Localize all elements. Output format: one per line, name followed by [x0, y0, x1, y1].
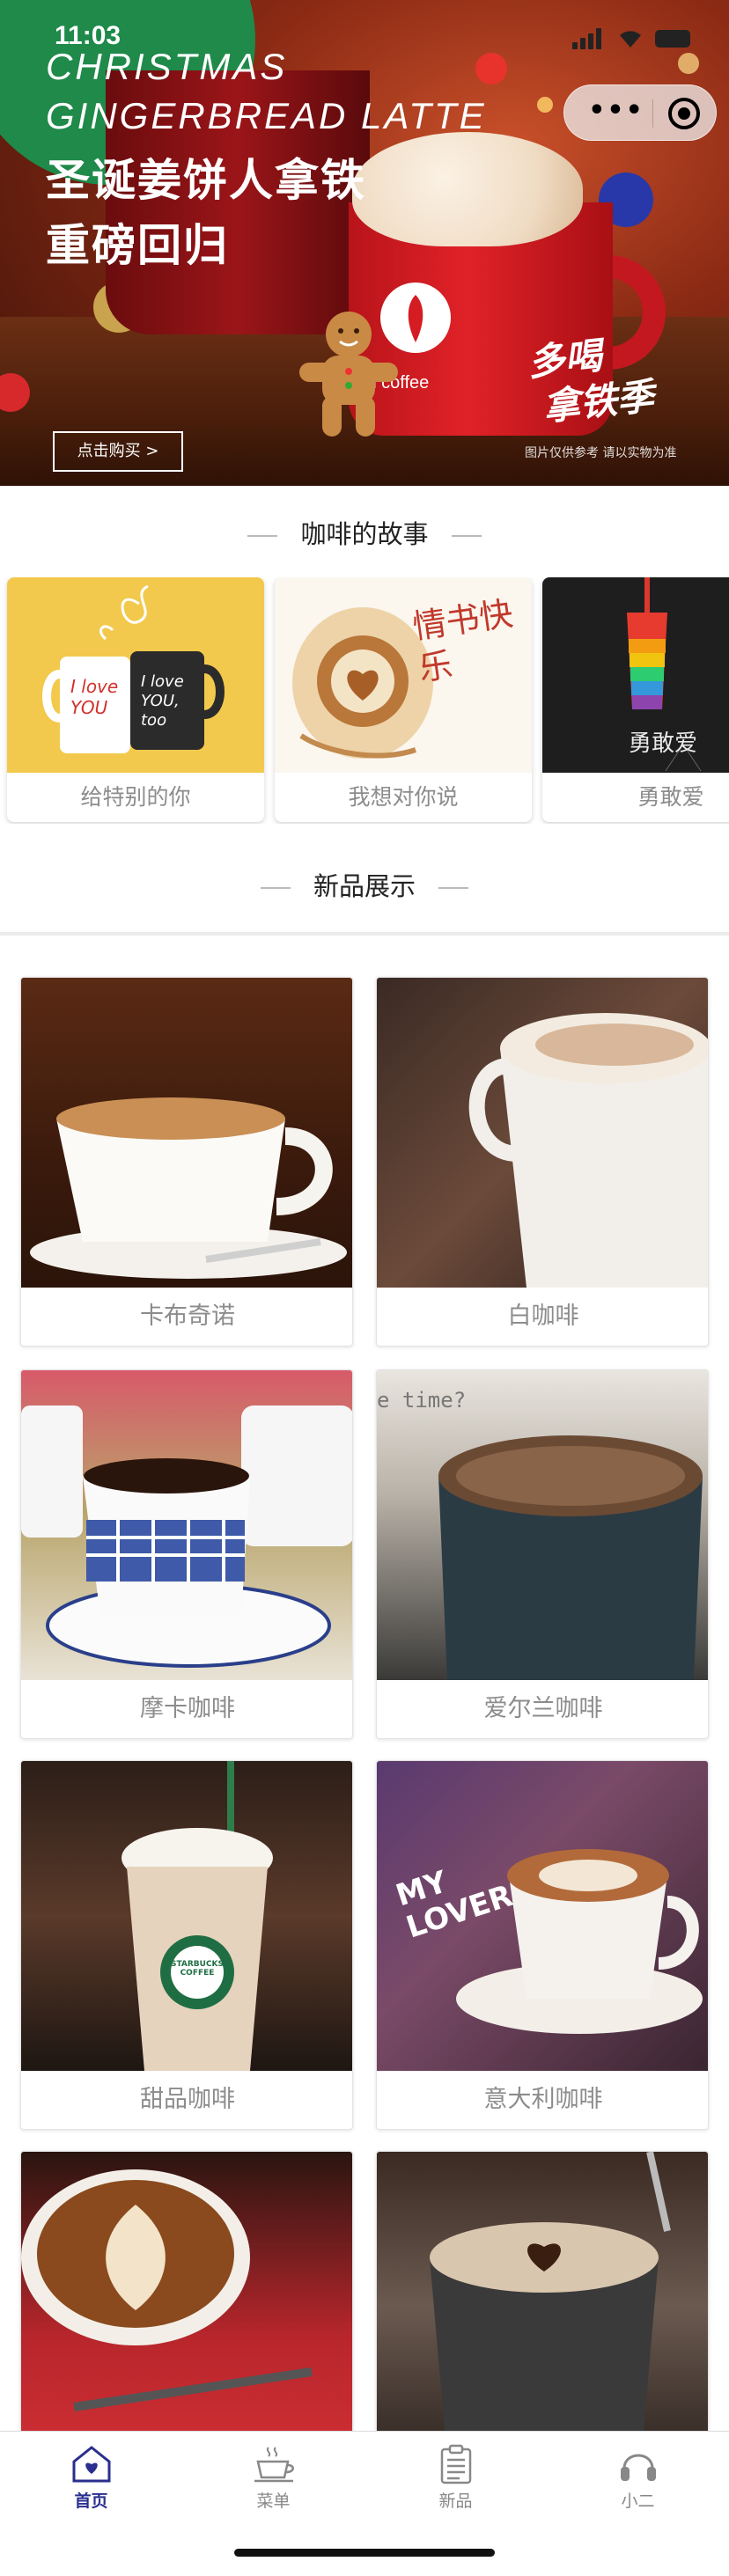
- product-card[interactable]: 摩卡咖啡: [20, 1369, 353, 1739]
- mini-program-capsule: •••: [563, 84, 717, 141]
- product-label: 卡布奇诺: [140, 1303, 235, 1330]
- product-card[interactable]: STARBUCKS COFFEE 甜品咖啡: [20, 1760, 353, 2130]
- story-card[interactable]: I love YOU I love YOU, too 给特别的你: [7, 577, 264, 822]
- section-divider: [0, 932, 729, 936]
- bokeh-light: [678, 53, 699, 74]
- product-image-italian-coffee: MY LOVER: [377, 1761, 708, 2071]
- banner-credit: 图片仅供参考 请以实物为准: [525, 446, 677, 460]
- product-image-latte-art: [21, 2152, 352, 2462]
- story-card[interactable]: 勇敢爱 勇敢爱: [542, 577, 729, 822]
- tab-menu[interactable]: 菜单: [182, 2432, 364, 2523]
- product-card[interactable]: 白咖啡: [376, 977, 709, 1347]
- latte-foam: [352, 132, 583, 246]
- product-label: 摩卡咖啡: [140, 1695, 235, 1722]
- product-image-mocha: [21, 1370, 352, 1680]
- stories-carousel[interactable]: I love YOU I love YOU, too 给特别的你 情书快乐 我想…: [0, 577, 729, 824]
- close-circle-icon[interactable]: [668, 98, 700, 129]
- story-label: 我想对你说: [348, 784, 459, 810]
- product-image-irish-coffee: e time?: [377, 1370, 708, 1680]
- story-card[interactable]: 情书快乐 我想对你说: [275, 577, 532, 822]
- heading-line-left: [260, 887, 291, 889]
- tab-label: 小二: [621, 2492, 655, 2511]
- product-label: 白咖啡: [507, 1303, 579, 1330]
- product-image-white-coffee: [377, 978, 708, 1288]
- mug-text-left: I love YOU: [70, 676, 119, 718]
- mug-text-right: I love YOU, too: [141, 672, 184, 730]
- status-icons: [572, 26, 696, 49]
- status-time: 11:03: [55, 21, 122, 50]
- bokeh-light: [537, 97, 553, 113]
- tab-new[interactable]: 新品: [364, 2432, 547, 2523]
- product-image-heart-latte: [377, 2152, 708, 2462]
- product-card[interactable]: e time? 爱尔兰咖啡: [376, 1369, 709, 1739]
- products-title: 新品展示: [313, 871, 416, 901]
- heading-line-right: [451, 535, 482, 537]
- gingerbread-man-icon: [299, 312, 398, 437]
- banner-slogan: 多喝 拿铁季: [519, 328, 656, 433]
- product-image-cappuccino: [21, 978, 352, 1288]
- tab-label: 首页: [74, 2492, 108, 2511]
- product-image-dessert-coffee: STARBUCKS COFFEE: [21, 1761, 352, 2071]
- wifi-icon: [620, 31, 641, 48]
- tab-service[interactable]: 小二: [547, 2432, 729, 2523]
- stories-heading: 咖啡的故事: [0, 514, 729, 551]
- story-label: 勇敢爱: [637, 784, 704, 810]
- irish-caption: e time?: [377, 1388, 467, 1413]
- heading-line-right: [438, 887, 468, 889]
- coffee-cup-icon: [254, 2447, 294, 2483]
- home-indicator: [234, 2549, 495, 2557]
- banner-title-cn: 圣诞姜饼人拿铁 重磅回归: [46, 148, 366, 278]
- product-label: 爱尔兰咖啡: [483, 1695, 603, 1722]
- tab-label: 新品: [438, 2492, 473, 2511]
- product-label: 甜品咖啡: [140, 2086, 235, 2113]
- story-label: 给特别的你: [80, 784, 191, 810]
- hero-banner[interactable]: in coffee CHRISTMAS GINGERBREAD LATTE 圣诞…: [0, 0, 729, 486]
- product-label: 意大利咖啡: [483, 2086, 603, 2113]
- product-card[interactable]: 卡布奇诺: [20, 977, 353, 1347]
- banner-title-en-line2: GINGERBREAD LATTE: [46, 95, 487, 136]
- battery-icon: [655, 30, 690, 48]
- story-image-rainbow-drink: 勇敢爱: [542, 577, 729, 773]
- heading-line-left: [247, 535, 278, 537]
- latte-caption: 情书快乐: [410, 593, 516, 688]
- banner-title-en: CHRISTMAS GINGERBREAD LATTE: [46, 42, 487, 141]
- home-heart-icon: [72, 2446, 111, 2483]
- story-image-mugs: I love YOU I love YOU, too: [7, 577, 264, 773]
- story-image-latte-art: 情书快乐: [275, 577, 532, 773]
- cup-logo-text: STARBUCKS COFFEE: [170, 1960, 225, 1978]
- stories-title: 咖啡的故事: [300, 519, 429, 549]
- buy-now-button[interactable]: 点击购买 >: [53, 431, 183, 472]
- banner-title-cn-line2: 重磅回归: [46, 220, 229, 271]
- product-card[interactable]: MY LOVER 意大利咖啡: [376, 1760, 709, 2130]
- rainbow-caption: 勇敢爱: [629, 730, 698, 757]
- tab-home[interactable]: 首页: [0, 2432, 182, 2523]
- clipboard-icon: [440, 2444, 472, 2484]
- banner-title-cn-line1: 圣诞姜饼人拿铁: [46, 155, 366, 206]
- products-heading: 新品展示: [0, 866, 729, 903]
- capsule-divider: [652, 99, 653, 128]
- headset-icon: [621, 2454, 656, 2481]
- tab-label: 菜单: [256, 2492, 291, 2511]
- more-dots-icon[interactable]: •••: [585, 85, 647, 142]
